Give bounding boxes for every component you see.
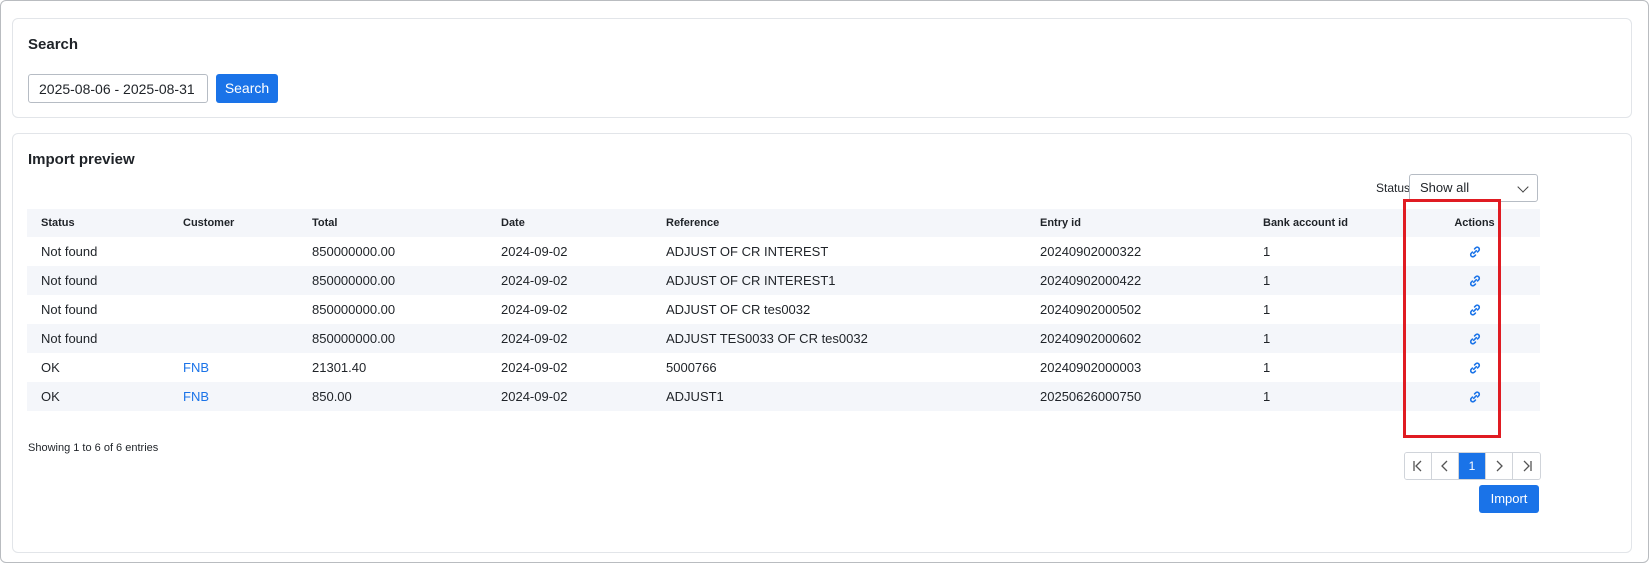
link-icon[interactable] <box>1468 332 1482 346</box>
cell-total: 21301.40 <box>312 360 367 375</box>
table-row: OK FNB 21301.40 2024-09-02 5000766 20240… <box>27 353 1540 382</box>
cell-customer <box>169 295 298 324</box>
cell-date: 2024-09-02 <box>487 382 652 411</box>
cell-date: 2024-09-02 <box>501 302 568 317</box>
chevron-down-icon <box>1517 181 1529 193</box>
cell-entry-id: 20240902000322 <box>1040 244 1142 259</box>
status-filter-value: Show all <box>1420 180 1470 195</box>
chevron-right-icon <box>1496 460 1503 472</box>
cell-reference: ADJUST OF CR INTEREST1 <box>652 266 1026 295</box>
cell-status: OK <box>41 360 60 375</box>
cell-customer <box>169 324 298 353</box>
cell-total: 850000000.00 <box>312 302 396 317</box>
cell-total: 850.00 <box>298 382 487 411</box>
cell-date: 2024-09-02 <box>501 244 568 259</box>
import-button[interactable]: Import <box>1479 485 1539 513</box>
cell-actions <box>1409 237 1540 266</box>
table-row: Not found 850000000.00 2024-09-02 ADJUST… <box>27 237 1540 266</box>
first-page-icon <box>1413 460 1422 472</box>
chevron-left-icon <box>1441 460 1448 472</box>
customer-link[interactable]: FNB <box>183 360 209 375</box>
page-1-button[interactable]: 1 <box>1459 453 1486 479</box>
cell-total: 850000000.00 <box>298 266 487 295</box>
cell-date: 2024-09-02 <box>501 360 568 375</box>
last-page-button[interactable] <box>1513 453 1540 479</box>
cell-reference: ADJUST TES0033 OF CR tes0032 <box>652 324 1026 353</box>
cell-status: OK <box>27 382 169 411</box>
cell-reference: ADJUST OF CR INTEREST <box>666 244 829 259</box>
last-page-icon <box>1523 460 1532 472</box>
link-icon[interactable] <box>1468 361 1482 375</box>
cell-actions <box>1409 295 1540 324</box>
column-header-bank-account-id[interactable]: Bank account id <box>1249 209 1409 237</box>
column-header-total[interactable]: Total <box>298 209 487 237</box>
import-preview-table: Status Customer Total Date Reference Ent… <box>27 209 1540 411</box>
table-row: Not found 850000000.00 2024-09-02 ADJUST… <box>27 324 1540 353</box>
link-icon[interactable] <box>1468 245 1482 259</box>
cell-customer <box>169 237 298 266</box>
table-row: Not found 850000000.00 2024-09-02 ADJUST… <box>27 295 1540 324</box>
cell-status: Not found <box>41 244 98 259</box>
cell-actions <box>1409 353 1540 382</box>
cell-date: 2024-09-02 <box>487 266 652 295</box>
table-header-row: Status Customer Total Date Reference Ent… <box>27 209 1540 237</box>
date-range-input[interactable] <box>28 74 208 103</box>
prev-page-button[interactable] <box>1432 453 1459 479</box>
customer-link[interactable]: FNB <box>183 389 209 404</box>
column-header-actions: Actions <box>1409 209 1540 237</box>
cell-reference: ADJUST1 <box>652 382 1026 411</box>
cell-entry-id: 20240902000602 <box>1026 324 1249 353</box>
cell-entry-id: 20250626000750 <box>1026 382 1249 411</box>
cell-total: 850000000.00 <box>298 324 487 353</box>
status-filter-select[interactable]: Show all <box>1409 174 1538 202</box>
column-header-entry-id[interactable]: Entry id <box>1026 209 1249 237</box>
cell-bank-account-id: 1 <box>1249 324 1409 353</box>
cell-bank-account-id: 1 <box>1263 360 1271 375</box>
import-preview-title: Import preview <box>28 151 135 168</box>
cell-bank-account-id: 1 <box>1249 382 1409 411</box>
cell-bank-account-id: 1 <box>1249 266 1409 295</box>
link-icon[interactable] <box>1468 390 1482 404</box>
cell-actions <box>1409 382 1540 411</box>
search-card: Search Search <box>12 18 1632 118</box>
app-window: Search Search Import preview Status Show… <box>0 0 1649 563</box>
cell-bank-account-id: 1 <box>1263 302 1271 317</box>
cell-customer: FNB <box>169 382 298 411</box>
cell-customer <box>169 266 298 295</box>
cell-entry-id: 20240902000003 <box>1040 360 1142 375</box>
table-row: Not found 850000000.00 2024-09-02 ADJUST… <box>27 266 1540 295</box>
cell-reference: ADJUST OF CR tes0032 <box>666 302 811 317</box>
cell-status: Not found <box>41 302 98 317</box>
cell-status: Not found <box>27 266 169 295</box>
status-filter-label: Status <box>1376 181 1411 195</box>
column-header-customer[interactable]: Customer <box>169 209 298 237</box>
cell-actions <box>1409 324 1540 353</box>
cell-customer: FNB <box>169 353 298 382</box>
cell-total: 850000000.00 <box>312 244 396 259</box>
cell-status: Not found <box>27 324 169 353</box>
cell-entry-id: 20240902000422 <box>1026 266 1249 295</box>
first-page-button[interactable] <box>1405 453 1432 479</box>
link-icon[interactable] <box>1468 274 1482 288</box>
cell-actions <box>1409 266 1540 295</box>
table-row: OK FNB 850.00 2024-09-02 ADJUST1 2025062… <box>27 382 1540 411</box>
column-header-date[interactable]: Date <box>487 209 652 237</box>
search-title: Search <box>28 36 79 53</box>
entries-info: Showing 1 to 6 of 6 entries <box>28 442 159 454</box>
import-preview-card: Import preview Status Show all Status Cu… <box>12 133 1632 553</box>
search-button[interactable]: Search <box>216 74 278 103</box>
next-page-button[interactable] <box>1486 453 1513 479</box>
cell-bank-account-id: 1 <box>1263 244 1271 259</box>
pagination: 1 <box>1404 452 1541 480</box>
link-icon[interactable] <box>1468 303 1482 317</box>
column-header-reference[interactable]: Reference <box>652 209 1026 237</box>
cell-reference: 5000766 <box>666 360 717 375</box>
column-header-status[interactable]: Status <box>27 209 169 237</box>
cell-entry-id: 20240902000502 <box>1040 302 1142 317</box>
cell-date: 2024-09-02 <box>487 324 652 353</box>
